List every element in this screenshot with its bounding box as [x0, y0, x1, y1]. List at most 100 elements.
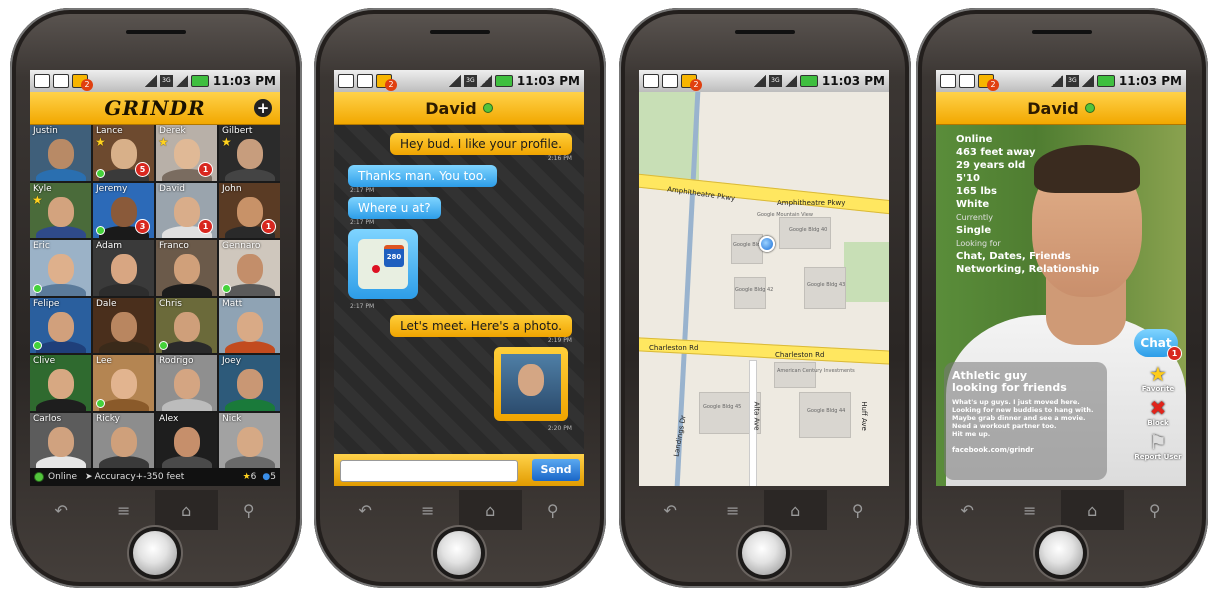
chats-count: 5 — [270, 472, 276, 482]
search-icon[interactable]: ⚲ — [1124, 490, 1187, 530]
street-label: Huff Ave — [859, 401, 868, 431]
back-arrow-icon[interactable]: ↶ — [639, 490, 702, 530]
profile-tile[interactable]: David 1 — [156, 182, 217, 238]
online-dot-icon — [222, 283, 231, 293]
search-icon[interactable]: ⚲ — [522, 490, 585, 530]
profile-name: Felipe — [33, 298, 60, 309]
report-button[interactable]: ⚑ Report User — [1134, 431, 1182, 461]
earpiece — [1032, 30, 1092, 34]
head-shape — [111, 139, 137, 169]
message-input[interactable] — [340, 460, 518, 482]
profile-name: Rodrigo — [159, 356, 194, 366]
profile-tile[interactable]: Franco — [156, 240, 217, 296]
profile-tile[interactable]: Eric — [30, 240, 91, 296]
head-shape — [237, 254, 263, 284]
profile-tile[interactable]: Kyle ★ — [30, 182, 91, 238]
back-arrow-icon[interactable]: ↶ — [334, 490, 397, 530]
about-line: Looking for new buddies to hang with. — [952, 406, 1094, 414]
back-arrow-icon[interactable]: ↶ — [936, 490, 999, 530]
block-label: Block — [1147, 419, 1169, 427]
android-nav: ↶ ≡ ⌂ ⚲ — [334, 490, 584, 530]
notification-badge: 2 — [385, 79, 397, 91]
about-panel: Athletic guy looking for friends What's … — [944, 362, 1107, 480]
menu-icon[interactable]: ≡ — [93, 490, 156, 530]
block-x-icon: ✖ — [1149, 396, 1167, 420]
looking-for-label: Looking for — [956, 239, 1001, 248]
status-bar: 2 3G 11:03 PM — [334, 70, 584, 92]
talk-icon — [357, 74, 373, 88]
profile-tile[interactable]: Ricky — [93, 412, 154, 468]
send-button[interactable]: Send — [532, 459, 580, 481]
online-dot-icon — [159, 341, 168, 350]
head-shape — [111, 311, 137, 342]
menu-icon[interactable]: ≡ — [397, 490, 460, 530]
profile-tile[interactable]: John 1 — [219, 182, 280, 238]
online-dot-icon — [34, 472, 44, 482]
block-button[interactable]: ✖ Block — [1134, 397, 1182, 427]
profile-tile[interactable]: Jeremy 3 — [93, 182, 154, 238]
profile-link[interactable]: facebook.com/grindr — [952, 446, 1099, 454]
trackball[interactable] — [742, 531, 786, 575]
profile-tile[interactable]: Rodrigo — [156, 355, 217, 411]
chat-button[interactable]: Chat 1 — [1134, 329, 1182, 361]
add-button[interactable]: + — [254, 99, 272, 117]
talk-icon — [662, 74, 678, 88]
favorite-button[interactable]: ★ Favorite — [1134, 363, 1182, 393]
shoulders-shape — [99, 456, 149, 468]
profile-tile[interactable]: Matt — [219, 297, 280, 353]
profile-name: Matt — [222, 298, 243, 309]
profile-tile[interactable]: Justin — [30, 125, 91, 181]
notification-badge: 2 — [81, 79, 93, 91]
profile-tile[interactable]: Gennaro — [219, 240, 280, 296]
profile-tile[interactable]: Lance ★ 5 — [93, 125, 154, 181]
home-icon[interactable]: ⌂ — [1061, 490, 1124, 530]
map-pin-icon — [372, 265, 380, 273]
chat-button-label: Chat — [1140, 336, 1172, 350]
profile-name: David — [159, 183, 185, 194]
home-icon[interactable]: ⌂ — [764, 490, 827, 530]
chat-count-badge: 1 — [1167, 346, 1182, 361]
map-attachment[interactable]: 280 — [348, 229, 418, 299]
profile-name: Adam — [96, 241, 122, 251]
profile-tile[interactable]: Felipe — [30, 297, 91, 353]
profile-tile[interactable]: Clive — [30, 355, 91, 411]
profile-tile[interactable]: Chris — [156, 297, 217, 353]
back-arrow-icon[interactable]: ↶ — [30, 490, 93, 530]
street-label: Alta Ave — [752, 401, 761, 431]
earpiece — [430, 30, 490, 34]
signal-icon — [175, 75, 188, 87]
profile-tile[interactable]: Gilbert ★ — [219, 125, 280, 181]
android-nav: ↶ ≡ ⌂ ⚲ — [936, 490, 1186, 530]
search-icon[interactable]: ⚲ — [218, 490, 281, 530]
shoulders-shape — [162, 283, 212, 296]
menu-icon[interactable]: ≡ — [999, 490, 1062, 530]
profile-name: Ricky — [96, 413, 120, 424]
head-shape — [237, 311, 263, 342]
gmail-icon — [34, 74, 50, 88]
profile-tile[interactable]: Joey — [219, 355, 280, 411]
trackball[interactable] — [437, 531, 481, 575]
search-icon[interactable]: ⚲ — [827, 490, 890, 530]
home-icon[interactable]: ⌂ — [155, 490, 218, 530]
profile-tile[interactable]: Derek ★ 1 — [156, 125, 217, 181]
favorite-star-icon: ★ — [158, 135, 169, 149]
chat-thread: Hey bud. I like your profile. 2:16 PM Th… — [334, 125, 584, 454]
profile-tile[interactable]: Lee — [93, 355, 154, 411]
road-label: Charleston Rd — [649, 344, 699, 352]
map-view[interactable]: Google Bldg 41 Google Bldg 40 Google Bld… — [639, 92, 889, 486]
shoulders-shape — [36, 226, 86, 238]
menu-icon[interactable]: ≡ — [702, 490, 765, 530]
profile-tile[interactable]: Carlos — [30, 412, 91, 468]
profile-tile[interactable]: Dale — [93, 297, 154, 353]
profile-tile[interactable]: Nick — [219, 412, 280, 468]
photo-attachment[interactable] — [494, 347, 568, 421]
profile-tile[interactable]: Alex — [156, 412, 217, 468]
earpiece — [126, 30, 186, 34]
shoulders-shape — [225, 456, 275, 468]
home-icon[interactable]: ⌂ — [459, 490, 522, 530]
trackball[interactable] — [1039, 531, 1083, 575]
location-arrow-icon: ➤ — [85, 472, 93, 482]
profile-tile[interactable]: Adam — [93, 240, 154, 296]
battery-icon — [494, 75, 513, 87]
trackball[interactable] — [133, 531, 177, 575]
